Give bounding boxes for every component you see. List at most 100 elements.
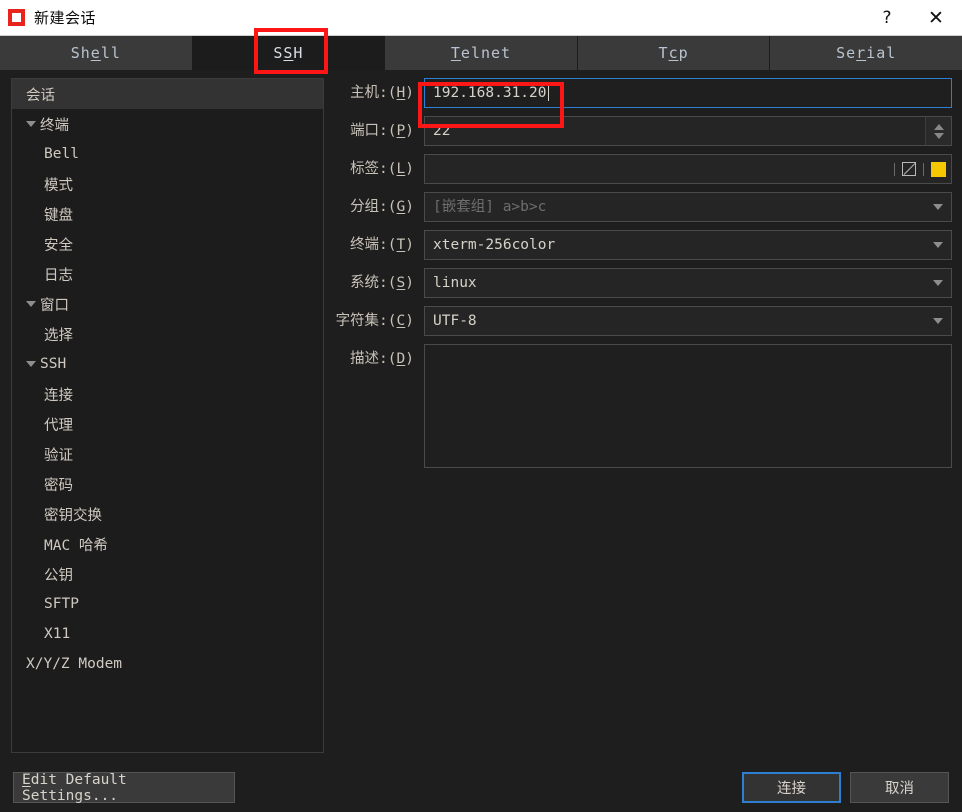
tree-item-15[interactable]: MAC 哈希 (12, 529, 323, 559)
tree-item-1[interactable]: 终端 (12, 109, 323, 139)
terminal-select[interactable]: xterm-256color (424, 230, 952, 260)
tree-item-label: 安全 (44, 237, 73, 254)
tree-item-label: 终端 (40, 117, 69, 134)
label-input[interactable] (424, 154, 952, 184)
tree-item-label: 公钥 (44, 567, 73, 584)
tree-item-label: 键盘 (44, 207, 73, 224)
tree-item-label: 日志 (44, 267, 73, 284)
field-label: 标签:(L) (332, 154, 952, 184)
field-terminal: 终端:(T) xterm-256color (332, 230, 952, 260)
host-input[interactable]: 192.168.31.20 (424, 78, 952, 108)
group-label: 分组:(G) (350, 199, 414, 215)
stepper-down-icon[interactable] (933, 132, 944, 139)
terminal-value: xterm-256color (433, 237, 556, 253)
title-bar: 新建会话 ? ✕ (0, 0, 962, 36)
field-charset: 字符集:(C) UTF-8 (332, 306, 952, 336)
charset-label: 字符集:(C) (335, 313, 414, 329)
cancel-button[interactable]: 取消 (850, 772, 949, 803)
tree-item-8[interactable]: 选择 (12, 319, 323, 349)
port-input-value: 22 (433, 123, 451, 139)
tree-item-5[interactable]: 安全 (12, 229, 323, 259)
tab-label: SSH (273, 44, 304, 62)
expand-triangle-icon[interactable] (24, 289, 38, 319)
tab-shell[interactable]: Shell (0, 36, 193, 70)
connect-button[interactable]: 连接 (742, 772, 841, 803)
field-host: 主机:(H) 192.168.31.20 (332, 78, 952, 108)
chevron-down-icon[interactable] (933, 280, 943, 286)
tree-item-label: 选择 (44, 327, 73, 344)
tree-item-label: SSH (40, 356, 67, 372)
stepper-up-icon[interactable] (933, 123, 944, 130)
tab-label: Telnet (450, 44, 512, 62)
label-label: 标签:(L) (350, 161, 414, 177)
tree-item-label: 会话 (26, 87, 55, 104)
tab-label: Serial (836, 44, 897, 62)
edit-square-icon[interactable] (902, 162, 916, 176)
tree-item-label: X11 (44, 626, 71, 642)
ssh-settings-form: 主机:(H) 192.168.31.20 端口:(P) 22 标签:(L) 分组… (332, 78, 952, 476)
close-icon[interactable]: ✕ (910, 0, 962, 36)
tree-item-label: 验证 (44, 447, 73, 464)
field-port: 端口:(P) 22 (332, 116, 952, 146)
chevron-down-icon[interactable] (933, 242, 943, 248)
tree-item-10[interactable]: 连接 (12, 379, 323, 409)
tree-item-13[interactable]: 密码 (12, 469, 323, 499)
tree-item-0[interactable]: 会话 (12, 79, 323, 109)
window-title: 新建会话 (34, 9, 97, 27)
tab-ssh[interactable]: SSH (192, 36, 386, 70)
chevron-down-icon[interactable] (933, 318, 943, 324)
tree-item-label: 模式 (44, 177, 73, 194)
tree-item-label: MAC 哈希 (44, 537, 108, 554)
tree-item-3[interactable]: 模式 (12, 169, 323, 199)
tab-serial[interactable]: Serial (770, 36, 962, 70)
tree-item-4[interactable]: 键盘 (12, 199, 323, 229)
tab-label: Shell (70, 44, 121, 62)
system-select[interactable]: linux (424, 268, 952, 298)
tree-item-14[interactable]: 密钥交换 (12, 499, 323, 529)
label-tools (894, 154, 946, 184)
tree-item-11[interactable]: 代理 (12, 409, 323, 439)
dialog-body: 会话 终端 Bell 模式 键盘 安全 日志 窗口 选择 SSH 连接 代理 验证 密码 密钥交换 MAC 哈… (0, 70, 962, 812)
tree-item-17[interactable]: SFTP (12, 589, 323, 619)
dialog-footer: Edit Default Settings... 连接 取消 (0, 763, 962, 812)
field-description: 描述:(D) (332, 344, 952, 468)
description-textarea[interactable] (424, 344, 952, 468)
tree-item-6[interactable]: 日志 (12, 259, 323, 289)
settings-tree[interactable]: 会话终端 Bell 模式键盘安全日志窗口选择 SSH 连接代理验证密码密钥交换 MAC 哈… (11, 78, 324, 753)
port-stepper[interactable] (925, 117, 951, 145)
color-swatch[interactable] (931, 161, 946, 177)
divider (923, 162, 924, 176)
tab-label: Tcp (658, 44, 689, 62)
port-input[interactable]: 22 (424, 116, 952, 146)
expand-triangle-icon[interactable] (24, 109, 38, 139)
charset-select[interactable]: UTF-8 (424, 306, 952, 336)
protocol-tabs: Shell SSH Telnet Tcp Serial (0, 36, 962, 70)
tree-item-2[interactable]: Bell (12, 139, 323, 169)
edit-default-settings-button[interactable]: Edit Default Settings... (13, 772, 235, 804)
tree-item-19[interactable]: X/Y/Z Modem (12, 649, 323, 679)
tree-item-label: Bell (44, 146, 79, 162)
tree-item-16[interactable]: 公钥 (12, 559, 323, 589)
charset-value: UTF-8 (433, 313, 477, 329)
tree-item-label: 密钥交换 (44, 507, 102, 524)
tree-item-label: SFTP (44, 596, 79, 612)
window-controls: ? ✕ (864, 0, 962, 36)
host-input-value: 192.168.31.20 (433, 85, 547, 101)
help-icon[interactable]: ? (864, 0, 910, 36)
tree-item-7[interactable]: 窗口 (12, 289, 323, 319)
tab-telnet[interactable]: Telnet (385, 36, 578, 70)
chevron-down-icon[interactable] (933, 204, 943, 210)
tree-item-label: 代理 (44, 417, 73, 434)
group-select[interactable]: [嵌套组] a>b>c (424, 192, 952, 222)
expand-triangle-icon[interactable] (24, 349, 38, 379)
terminal-label: 终端:(T) (350, 237, 414, 253)
tree-item-label: 窗口 (40, 297, 69, 314)
tree-item-12[interactable]: 验证 (12, 439, 323, 469)
system-label: 系统:(S) (350, 275, 414, 291)
tree-item-18[interactable]: X11 (12, 619, 323, 649)
tab-tcp[interactable]: Tcp (577, 36, 771, 70)
tree-item-label: 密码 (44, 477, 73, 494)
tree-item-label: X/Y/Z Modem (26, 656, 123, 672)
tree-item-9[interactable]: SSH (12, 349, 323, 379)
field-group: 分组:(G) [嵌套组] a>b>c (332, 192, 952, 222)
